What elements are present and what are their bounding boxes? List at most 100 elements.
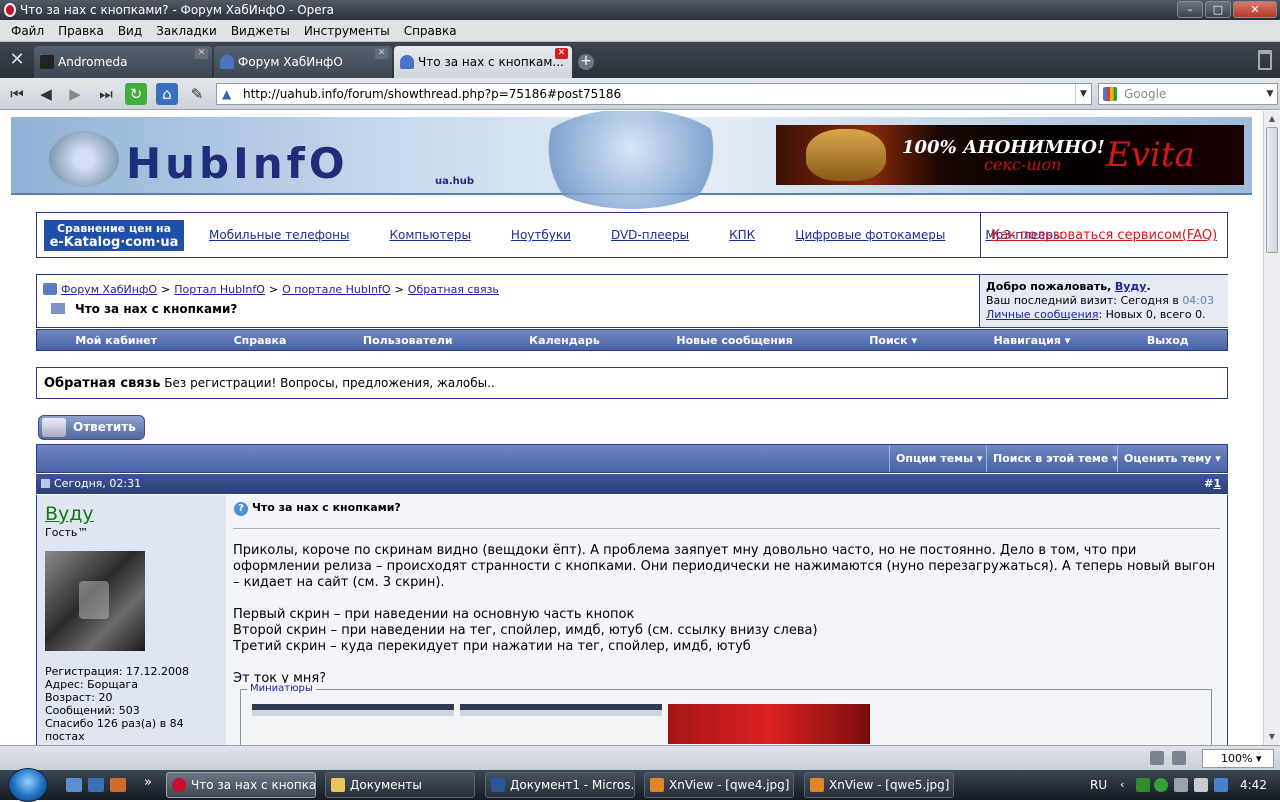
task-opera[interactable]: Что за нах с кнопка... xyxy=(166,772,316,798)
search-dropdown-icon[interactable]: ▼ xyxy=(1263,84,1277,104)
url-dropdown-icon[interactable]: ▼ xyxy=(1075,84,1091,104)
thumbnail-image[interactable] xyxy=(668,704,870,744)
globe-graphic xyxy=(531,111,731,209)
thumbnail-image[interactable] xyxy=(252,704,454,744)
close-button[interactable]: ✕ xyxy=(1233,1,1277,18)
switch-windows-icon[interactable] xyxy=(88,778,104,792)
crumb-about[interactable]: О портале HubInfO xyxy=(282,283,390,296)
quicklaunch-chevron[interactable]: » xyxy=(144,775,152,790)
catalog-link-computers[interactable]: Компьютеры xyxy=(390,228,471,242)
panels-icon[interactable] xyxy=(1150,751,1164,765)
zoom-control[interactable]: 100% ▾ xyxy=(1202,749,1274,768)
catalog-link-notebooks[interactable]: Ноутбуки xyxy=(511,228,571,242)
tab-andromeda[interactable]: Andromeda ✕ xyxy=(34,46,212,78)
scroll-thumb[interactable] xyxy=(1266,127,1278,253)
zoom-level: 100% xyxy=(1221,752,1253,765)
xnview-icon xyxy=(810,778,824,792)
nav-search[interactable]: Поиск ▾ xyxy=(869,334,917,347)
site-logo[interactable]: HubInfO xyxy=(126,139,349,188)
thumbnail-image[interactable] xyxy=(460,704,662,744)
menu-widgets[interactable]: Виджеты xyxy=(224,20,297,41)
nav-navigation[interactable]: Навигация ▾ xyxy=(994,334,1071,347)
quicklaunch-icon[interactable] xyxy=(110,778,126,792)
tools-icon[interactable]: ✕ xyxy=(4,49,30,73)
catalog-link-phones[interactable]: Мобильные телефоны xyxy=(209,228,350,242)
tray-expand-icon[interactable]: ‹ xyxy=(1120,778,1134,792)
task-xnview-qwe5[interactable]: XnView - [qwe5.jpg] xyxy=(804,772,954,798)
tab-thread[interactable]: Что за нах с кнопкам... ✕ xyxy=(394,46,572,78)
nav-users[interactable]: Пользователи xyxy=(363,334,453,347)
tab-close-icon[interactable]: ✕ xyxy=(555,48,568,59)
network-icon[interactable] xyxy=(1174,778,1188,792)
reply-button[interactable]: Ответить xyxy=(38,415,145,440)
task-xnview-qwe4[interactable]: XnView - [qwe4.jpg] xyxy=(644,772,794,798)
menu-file[interactable]: Файл xyxy=(4,20,51,41)
tab-forum[interactable]: Форум ХабИнфО ✕ xyxy=(214,46,392,78)
catalog-link-dvd[interactable]: DVD-плееры xyxy=(611,228,689,242)
tab-close-icon[interactable]: ✕ xyxy=(375,48,388,59)
scroll-up-icon[interactable]: ▲ xyxy=(1264,111,1280,127)
crumb-portal[interactable]: Портал HubInfO xyxy=(174,283,265,296)
edit-icon[interactable]: ✎ xyxy=(186,83,208,105)
ad-banner[interactable]: 100% АНОНИМНО! секс-шоп Evita xyxy=(776,125,1244,185)
nav-calendar[interactable]: Календарь xyxy=(529,334,600,347)
home-icon[interactable]: ⌂ xyxy=(156,83,178,105)
tab-close-icon[interactable]: ✕ xyxy=(195,48,208,59)
show-desktop-icon[interactable] xyxy=(66,778,82,792)
opera-icon xyxy=(4,3,16,17)
menu-help[interactable]: Справка xyxy=(397,20,464,41)
skype-icon[interactable] xyxy=(1154,778,1168,792)
task-documents[interactable]: Документы xyxy=(325,772,475,798)
language-indicator[interactable]: RU xyxy=(1090,770,1107,800)
maximize-button[interactable]: □ xyxy=(1205,1,1231,18)
scroll-down-icon[interactable]: ▼ xyxy=(1264,729,1280,745)
catalog-link-pda[interactable]: КПК xyxy=(729,228,755,242)
fast-forward-icon[interactable]: ⏭ xyxy=(95,83,117,105)
nav-my-cabinet[interactable]: Мой кабинет xyxy=(75,334,157,347)
volume-icon[interactable] xyxy=(1194,778,1208,792)
task-word[interactable]: Документ1 - Micros... xyxy=(485,772,635,798)
forward-icon[interactable]: ▶ xyxy=(64,83,86,105)
nav-help[interactable]: Справка xyxy=(234,334,287,347)
private-messages-link[interactable]: Личные сообщения xyxy=(986,308,1098,321)
post-username[interactable]: Вуду xyxy=(45,503,218,525)
new-tab-button[interactable]: + xyxy=(578,54,594,70)
faq-link[interactable]: Как пользоваться сервисом(FAQ) xyxy=(991,228,1217,243)
crumb-forum[interactable]: Форум ХабИнфО xyxy=(61,283,157,296)
reload-icon[interactable]: ↻ xyxy=(125,83,147,105)
clock[interactable]: 4:42 xyxy=(1240,770,1267,800)
forum-home-icon[interactable] xyxy=(43,283,57,295)
thread-search-menu[interactable]: Поиск в этой теме ▾ xyxy=(986,445,1124,472)
thread-options-menu[interactable]: Опции темы ▾ xyxy=(889,445,988,472)
reload-thread-icon[interactable] xyxy=(51,303,65,314)
post-paragraph: Приколы, короче по скринам видно (вещдок… xyxy=(233,543,1216,590)
folder-icon xyxy=(331,778,345,792)
start-button[interactable] xyxy=(8,768,48,802)
camera-icon[interactable] xyxy=(1172,751,1186,765)
thread-rate-menu[interactable]: Оценить тему ▾ xyxy=(1117,445,1227,472)
post-number-link[interactable]: 1 xyxy=(1213,477,1221,490)
breadcrumb: Форум ХабИнфО > Портал HubInfO > О портале H… xyxy=(43,283,499,296)
menu-tools[interactable]: Инструменты xyxy=(297,20,397,41)
menu-edit[interactable]: Правка xyxy=(51,20,111,41)
site-banner[interactable]: HubInfO ua.hub 100% АНОНИМНО! секс-шоп E… xyxy=(11,111,1252,209)
menu-bookmarks[interactable]: Закладки xyxy=(149,20,224,41)
tray-app-icon[interactable] xyxy=(1214,778,1228,792)
icq-icon[interactable] xyxy=(1136,778,1150,792)
minimize-button[interactable]: – xyxy=(1177,1,1203,18)
nav-new-posts[interactable]: Новые сообщения xyxy=(676,334,792,347)
search-field[interactable]: Google ▼ xyxy=(1098,83,1278,105)
menu-view[interactable]: Вид xyxy=(111,20,149,41)
welcome-user-link[interactable]: Вуду xyxy=(1115,280,1147,293)
google-icon xyxy=(1103,87,1117,101)
ad-brand: Evita xyxy=(1106,135,1195,175)
ekatalog-logo[interactable]: Сравнение цен на e-Katalog·com·ua xyxy=(44,220,184,251)
vertical-scrollbar[interactable]: ▲ ▼ xyxy=(1263,111,1280,745)
trash-icon[interactable] xyxy=(1258,50,1272,70)
rewind-icon[interactable]: ⏮ xyxy=(6,83,28,105)
crumb-feedback[interactable]: Обратная связь xyxy=(408,283,499,296)
nav-logout[interactable]: Выход xyxy=(1147,334,1189,347)
url-field[interactable]: ▲ http://uahub.info/forum/showthread.php… xyxy=(216,83,1092,105)
back-icon[interactable]: ◀ xyxy=(35,83,57,105)
catalog-link-cameras[interactable]: Цифровые фотокамеры xyxy=(795,228,945,242)
